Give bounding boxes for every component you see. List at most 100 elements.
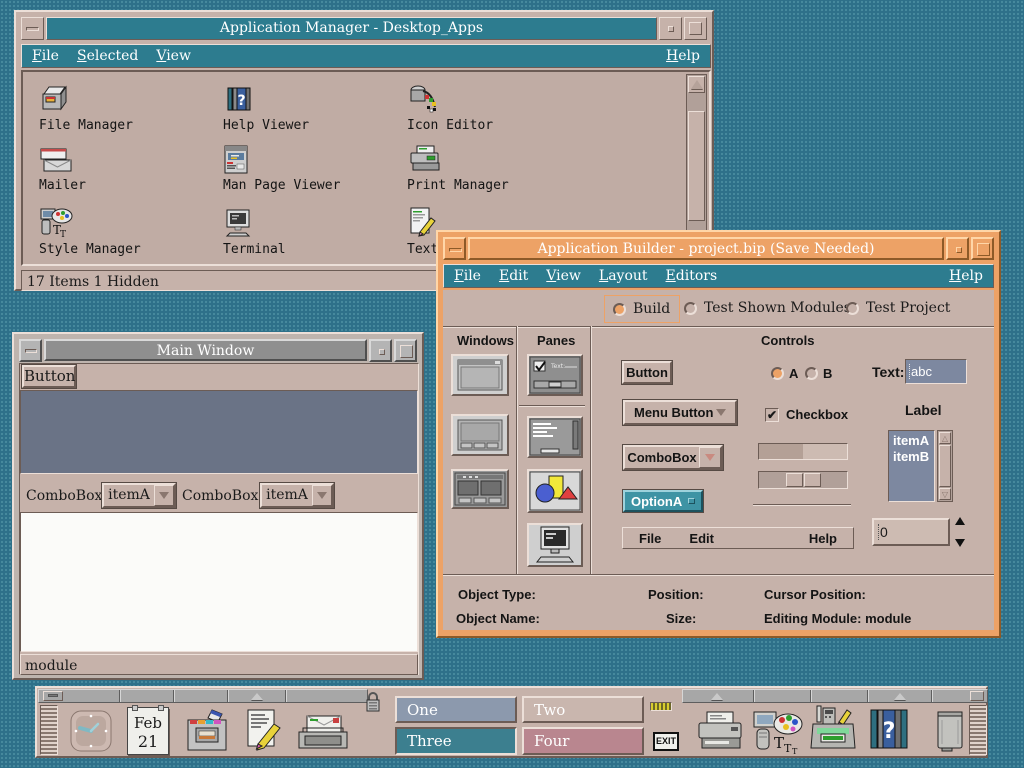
window-title[interactable]: Application Manager - Desktop_Apps [46,17,657,40]
panel-menu-button[interactable] [970,691,984,701]
app-icon-text-editor[interactable]: Text [407,206,438,257]
sample-menu-file[interactable]: File [639,531,661,546]
window-menu-button[interactable] [19,339,42,362]
app-icon-file-manager[interactable]: File Manager [39,84,133,133]
palette-control-pane-icon[interactable]: Text: [527,354,583,396]
minimize-button[interactable] [369,339,392,362]
palette-drawing-pane-icon[interactable] [527,469,583,513]
listbox-scroll-up[interactable]: △ [939,432,951,444]
maximize-button[interactable] [684,17,707,40]
control-button[interactable]: Button [622,361,672,384]
palette-dialog-icon[interactable] [451,414,509,456]
control-combobox[interactable]: ComboBox [623,445,723,470]
minimize-button[interactable] [659,17,682,40]
maximize-button[interactable] [394,339,417,362]
listbox-scroll-down[interactable]: ▽ [939,488,951,500]
panel-left-handle[interactable] [40,705,58,755]
panel-text-editor[interactable] [240,706,288,760]
listbox-scrollbar[interactable]: △ ▽ [937,430,953,502]
window-menu-button[interactable] [21,17,44,40]
menu-help[interactable]: Help [666,48,700,64]
combobox-2-arrow[interactable] [312,485,332,506]
subpanel-arrow-icon[interactable] [251,693,263,700]
app-icon-mailer[interactable]: Mailer [39,146,86,193]
workspace-one[interactable]: One [395,696,517,723]
menu-layout[interactable]: Layout [599,268,648,284]
subpanel-arrow-icon[interactable] [894,693,906,700]
control-checkbox[interactable]: ✔ Checkbox [765,407,848,422]
checkbox-box[interactable]: ✔ [765,408,779,422]
spinbox[interactable]: 0 [872,518,950,546]
text-field[interactable]: abc [905,359,967,384]
menu-view[interactable]: View [546,268,581,284]
panel-lock[interactable] [365,691,381,717]
radio-test-project[interactable] [846,302,859,315]
app-icon-style-manager[interactable]: T T Style Manager [39,206,141,257]
control-radio-b[interactable]: B [805,366,832,381]
combobox-arrow[interactable] [699,447,721,468]
combobox-1-arrow[interactable] [154,485,174,506]
app-icon-icon-editor[interactable]: Icon Editor [407,82,493,133]
panel-file-manager[interactable] [182,708,232,760]
listbox-scroll-thumb[interactable] [939,445,951,487]
control-menu-button[interactable]: Menu Button [623,400,737,425]
mode-test-shown-modules[interactable]: Test Shown Modules [684,300,851,316]
subpanel-arrow-icon[interactable] [711,693,723,700]
spinbox-arrows[interactable] [955,517,971,547]
workspace-three[interactable]: Three [395,727,517,755]
menu-help[interactable]: Help [949,268,983,284]
palette-text-pane-icon[interactable] [527,416,583,458]
app-icon-man-page-viewer[interactable]: Man Page Viewer [223,144,340,193]
panel-minimize-button[interactable] [43,691,63,701]
radio-a[interactable] [771,367,784,380]
scrollbar-up-arrow[interactable] [688,76,705,93]
radio-build[interactable] [613,303,626,316]
sample-menu-edit[interactable]: Edit [689,531,714,546]
combobox-1[interactable]: itemA [102,483,176,508]
radio-b[interactable] [805,367,818,380]
panel-calendar[interactable]: Feb 21 [127,707,169,755]
test-button[interactable]: Button [22,365,76,388]
workspace-four[interactable]: Four [522,727,644,755]
minimize-button[interactable] [946,237,969,260]
panel-clock[interactable] [68,708,114,758]
mode-build[interactable]: Build [604,295,680,323]
window-title[interactable]: Application Builder - project.bip (Save … [468,237,944,260]
menu-file[interactable]: File [454,268,481,284]
scrollbar-thumb-right[interactable] [804,473,821,487]
menu-view[interactable]: View [156,48,191,64]
spin-down-icon[interactable] [955,539,965,547]
window-menu-button[interactable] [443,237,466,260]
menu-edit[interactable]: Edit [499,268,528,284]
window-title[interactable]: Main Window [44,339,367,361]
app-icon-help-viewer[interactable]: ? Help Viewer [223,84,309,133]
palette-terminal-pane-icon[interactable] [527,523,583,567]
panel-trash[interactable] [930,706,970,758]
palette-file-selection-dialog-icon[interactable] [451,469,509,509]
panel-applications[interactable] [809,704,859,760]
menu-editors[interactable]: Editors [666,268,718,284]
control-radio-a[interactable]: A [771,366,798,381]
scrollbar-thumb[interactable] [688,111,705,221]
sample-menu-help[interactable]: Help [809,531,837,546]
scrollbar-thumb-left[interactable] [786,473,803,487]
combobox-2[interactable]: itemA [260,483,334,508]
palette-main-window-icon[interactable] [451,354,509,396]
exit-button[interactable]: EXIT [653,732,679,751]
panel-right-handle[interactable] [969,705,987,755]
maximize-button[interactable] [971,237,994,260]
app-icon-print-manager[interactable]: Print Manager [407,144,509,193]
mode-test-project[interactable]: Test Project [846,300,950,316]
listbox[interactable]: itemA itemB [888,430,935,502]
panel-printer[interactable] [695,710,745,758]
panel-mailer[interactable] [295,710,351,758]
control-scrollbar[interactable] [758,471,848,489]
list-item[interactable]: itemB [893,449,930,465]
menu-file[interactable]: File [32,48,59,64]
spin-up-icon[interactable] [955,517,965,525]
list-item[interactable]: itemA [893,433,930,449]
menu-selected[interactable]: Selected [77,48,138,64]
workspace-two[interactable]: Two [522,696,644,723]
app-icon-terminal[interactable]: Terminal [223,208,286,257]
panel-help[interactable]: ? [867,706,913,758]
